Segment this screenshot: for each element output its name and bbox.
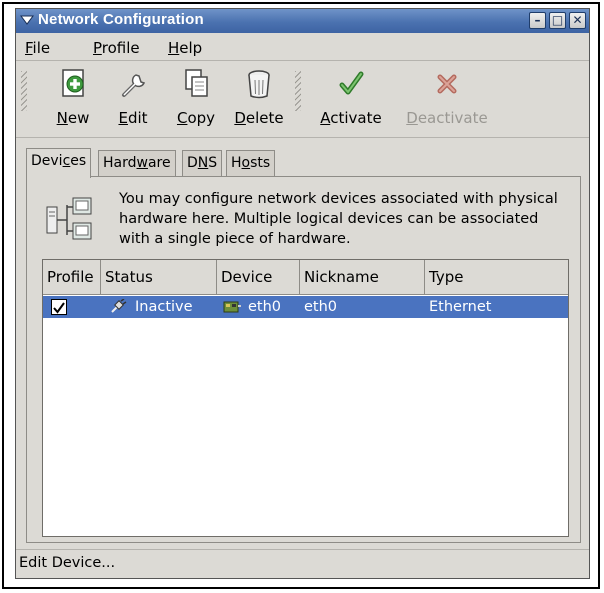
deactivate-button[interactable]: Deactivate	[402, 67, 492, 133]
tab-hardware[interactable]: Hardware	[98, 150, 176, 177]
new-button[interactable]: New	[48, 67, 98, 133]
device-cell: eth0	[248, 299, 282, 315]
deactivate-icon	[437, 74, 457, 94]
menu-profile[interactable]: Profile	[93, 39, 140, 57]
status-bar: Edit Device...	[16, 549, 589, 578]
title-bar[interactable]: Network Configuration – □ ✕	[16, 9, 589, 33]
edit-label: Edit	[118, 109, 148, 127]
new-icon	[62, 69, 84, 97]
toolbar-grip[interactable]	[21, 71, 27, 111]
devices-description: You may configure network devices associ…	[119, 191, 558, 247]
edit-icon	[122, 74, 146, 97]
devices-table: Profile Status Device Nickname Type Inac…	[42, 259, 569, 537]
activate-label: Activate	[320, 109, 382, 127]
copy-icon	[185, 69, 208, 97]
close-button[interactable]: ✕	[569, 12, 586, 29]
menu-help[interactable]: Help	[168, 39, 202, 57]
menu-file[interactable]: File	[25, 39, 50, 57]
table-header: Profile Status Device Nickname Type	[43, 260, 568, 295]
column-type[interactable]: Type	[425, 260, 568, 294]
copy-label: Copy	[176, 109, 216, 127]
menu-bar: File Profile Help	[16, 34, 589, 61]
status-cell: Inactive	[135, 299, 193, 315]
nickname-cell: eth0	[304, 299, 338, 315]
delete-icon	[248, 70, 270, 99]
table-row[interactable]: Inactive eth0 eth0 Ethernet	[43, 296, 568, 318]
profile-checkbox[interactable]	[51, 299, 67, 315]
type-cell: Ethernet	[429, 299, 492, 315]
column-nickname[interactable]: Nickname	[300, 260, 425, 294]
activate-icon	[339, 71, 364, 95]
new-label: New	[56, 109, 90, 127]
copy-button[interactable]: Copy	[171, 67, 221, 133]
edit-button[interactable]: Edit	[111, 67, 155, 133]
column-status[interactable]: Status	[101, 260, 217, 294]
delete-button[interactable]: Delete	[231, 67, 287, 133]
window-title: Network Configuration	[38, 11, 204, 28]
status-text: Edit Device...	[19, 555, 116, 571]
toolbar-grip-2[interactable]	[295, 71, 301, 111]
maximize-button[interactable]: □	[549, 12, 566, 29]
ethernet-card-icon	[223, 301, 241, 313]
inactive-plug-icon	[111, 299, 127, 313]
tab-devices[interactable]: Devices	[26, 148, 92, 178]
tab-hosts[interactable]: Hosts	[226, 150, 276, 177]
checkmark-icon	[53, 302, 65, 314]
network-configuration-window: Network Configuration – □ ✕ File Profile…	[15, 8, 590, 579]
devices-panel: You may configure network devices associ…	[26, 176, 581, 543]
deactivate-label: Deactivate	[406, 109, 488, 127]
column-device[interactable]: Device	[217, 260, 300, 294]
minimize-button[interactable]: –	[529, 12, 546, 29]
column-profile[interactable]: Profile	[43, 260, 101, 294]
delete-label: Delete	[234, 109, 284, 127]
tab-dns[interactable]: DNS	[182, 150, 223, 177]
network-devices-icon	[46, 197, 92, 240]
window-menu-icon[interactable]	[20, 13, 34, 27]
toolbar: New Edit Copy Delete Activate Deactivate	[16, 61, 589, 138]
activate-button[interactable]: Activate	[316, 67, 386, 133]
